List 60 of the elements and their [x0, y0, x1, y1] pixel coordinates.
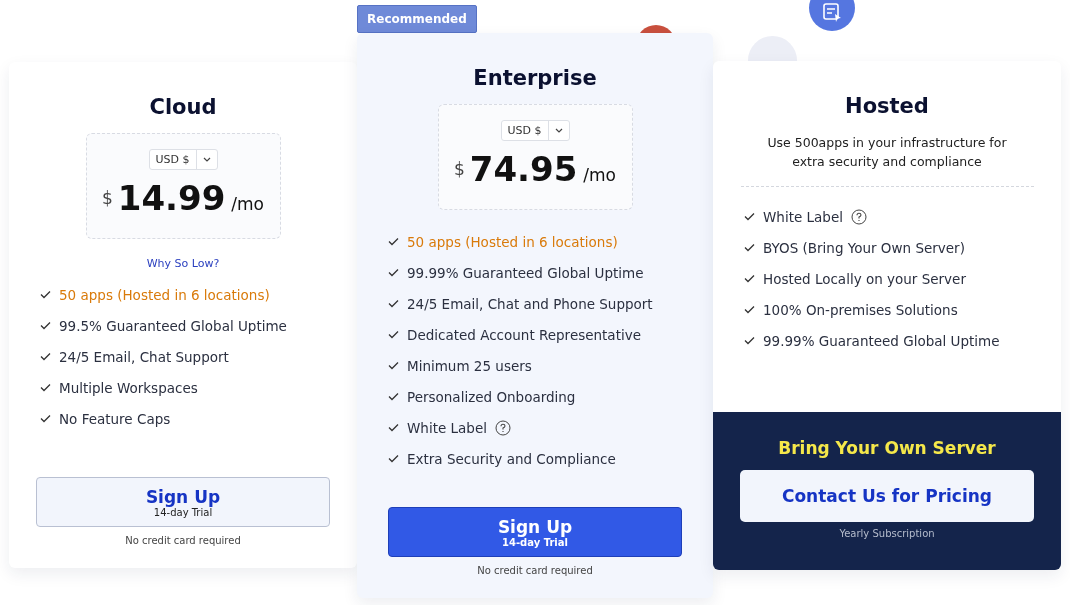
- feature-text: 99.99% Guaranteed Global Uptime: [407, 264, 644, 281]
- feature-text: 24/5 Email, Chat Support: [59, 348, 229, 365]
- currency-dropdown[interactable]: USD $: [148, 149, 218, 170]
- check-icon: [744, 243, 755, 252]
- document-icon: [821, 2, 843, 24]
- check-icon: [744, 274, 755, 283]
- why-so-low-link[interactable]: Why So Low?: [146, 257, 220, 270]
- check-icon: [40, 414, 51, 423]
- check-icon: [40, 290, 51, 299]
- price-period: /mo: [231, 194, 265, 214]
- feature-text: 100% On-premises Solutions: [763, 301, 958, 318]
- check-icon: [40, 383, 51, 392]
- no-credit-card-note: No credit card required: [477, 565, 593, 576]
- feature-text: Minimum 25 users: [407, 357, 532, 374]
- currency-dropdown[interactable]: USD $: [500, 120, 570, 141]
- check-icon: [388, 392, 399, 401]
- check-icon: [388, 299, 399, 308]
- plan-title: Cloud: [149, 95, 217, 119]
- feature-text: White Label: [763, 208, 843, 225]
- help-icon[interactable]: [850, 208, 867, 225]
- no-credit-card-note: No credit card required: [125, 535, 241, 546]
- check-icon: [388, 361, 399, 370]
- feature-text: 24/5 Email, Chat and Phone Support: [407, 295, 653, 312]
- plan-title: Hosted: [845, 94, 929, 118]
- check-icon: [388, 454, 399, 463]
- check-icon: [388, 268, 399, 277]
- feature-text: White Label: [407, 419, 487, 436]
- feature-text: BYOS (Bring Your Own Server): [763, 239, 965, 256]
- feature-text: Extra Security and Compliance: [407, 450, 616, 467]
- price-period: /mo: [583, 165, 617, 185]
- feature-text: Hosted Locally on your Server: [763, 270, 966, 287]
- check-icon: [388, 237, 399, 246]
- subscription-note: Yearly Subscription: [839, 528, 935, 539]
- feature-text: Personalized Onboarding: [407, 388, 576, 405]
- help-icon[interactable]: [494, 419, 511, 436]
- plan-title: Enterprise: [473, 66, 597, 90]
- currency-symbol: $: [453, 159, 465, 179]
- byos-heading: Bring Your Own Server: [778, 438, 996, 458]
- feature-text: 99.99% Guaranteed Global Uptime: [763, 332, 1000, 349]
- plan-description: Use 500apps in your infrastructure for extra security and compliance: [766, 134, 1008, 171]
- price-amount: 74.95: [469, 149, 578, 189]
- feature-text: No Feature Caps: [59, 410, 171, 427]
- check-icon: [744, 305, 755, 314]
- currency-symbol: $: [101, 188, 113, 208]
- feature-text: Dedicated Account Representative: [407, 326, 641, 343]
- feature-text: 99.5% Guaranteed Global Uptime: [59, 317, 287, 334]
- check-icon: [40, 321, 51, 330]
- price-amount: 14.99: [117, 178, 226, 218]
- sign-up-button[interactable]: Sign Up 14-day Trial: [36, 477, 330, 527]
- feature-text: 50 apps (Hosted in 6 locations): [59, 286, 270, 303]
- feature-text: Multiple Workspaces: [59, 379, 198, 396]
- check-icon: [388, 423, 399, 432]
- recommended-badge: Recommended: [357, 5, 477, 33]
- check-icon: [388, 330, 399, 339]
- feature-text: 50 apps (Hosted in 6 locations): [407, 233, 618, 250]
- check-icon: [744, 336, 755, 345]
- sign-up-button[interactable]: Sign Up 14-day Trial: [388, 507, 682, 557]
- check-icon: [40, 352, 51, 361]
- contact-button[interactable]: Contact Us for Pricing: [740, 470, 1034, 522]
- check-icon: [744, 212, 755, 221]
